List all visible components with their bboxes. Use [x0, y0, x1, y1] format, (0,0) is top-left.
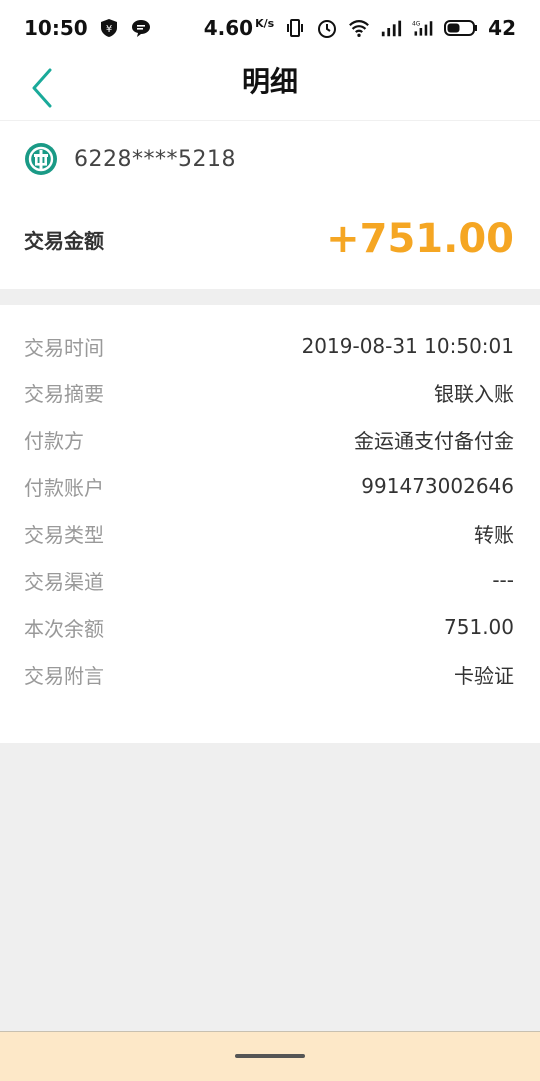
shield-icon: ¥ [98, 17, 120, 39]
status-time: 10:50 [24, 16, 88, 40]
title-bar: 明细 [0, 56, 540, 121]
signal-icon [380, 17, 402, 39]
home-gesture-handle[interactable] [235, 1054, 305, 1058]
battery-percent: 42 [488, 16, 516, 40]
wifi-icon [348, 17, 370, 39]
amount-value: +751.00 [326, 216, 514, 262]
detail-row-summary: 交易摘要 银联入账 [24, 381, 514, 406]
account-number: 6228****5218 [74, 146, 236, 172]
status-bar: 10:50 ¥ 4.60 K/s 4G 42 [0, 0, 540, 56]
signal-4g-icon: 4G [412, 17, 434, 39]
alarm-icon [316, 17, 338, 39]
transaction-summary-card: 6228****5218 交易金额 +751.00 [0, 121, 540, 289]
svg-text:¥: ¥ [105, 24, 111, 35]
detail-row-payer-account: 付款账户 991473002646 [24, 474, 514, 500]
amount-row: 交易金额 +751.00 [24, 213, 514, 265]
transaction-details: 交易时间 2019-08-31 10:50:01 交易摘要 银联入账 付款方 金… [0, 305, 540, 743]
amount-label: 交易金额 [24, 228, 104, 253]
abc-bank-logo-icon [25, 143, 57, 175]
detail-row-type: 交易类型 转账 [24, 522, 514, 547]
network-speed: 4.60 K/s [203, 16, 275, 40]
vibrate-icon [284, 17, 306, 39]
detail-row-note: 交易附言 卡验证 [24, 663, 514, 688]
svg-text:4G: 4G [412, 21, 421, 27]
detail-row-time: 交易时间 2019-08-31 10:50:01 [24, 334, 514, 360]
message-bubble-icon [130, 17, 152, 39]
detail-row-payer: 付款方 金运通支付备付金 [24, 428, 514, 453]
battery-icon [444, 17, 478, 39]
system-nav-bar [0, 1031, 540, 1081]
account-row: 6228****5218 [24, 137, 236, 181]
page-title: 明细 [241, 65, 298, 98]
detail-row-channel: 交易渠道 --- [24, 568, 514, 594]
detail-row-balance: 本次余额 751.00 [24, 615, 514, 641]
